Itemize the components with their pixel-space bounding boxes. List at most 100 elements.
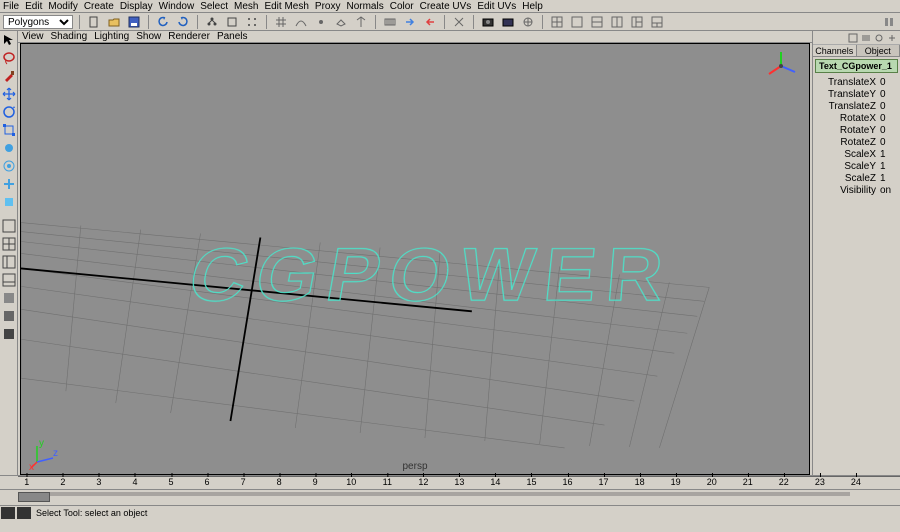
view-menu-lighting[interactable]: Lighting <box>94 31 129 42</box>
file-open-icon[interactable] <box>106 14 122 30</box>
snap-grid-icon[interactable] <box>273 14 289 30</box>
custom-layout1-icon[interactable] <box>1 290 17 306</box>
layout-3b-icon[interactable] <box>649 14 665 30</box>
menu-window[interactable]: Window <box>159 1 195 12</box>
outliner-layout-icon[interactable] <box>1 254 17 270</box>
channel-show-icon[interactable] <box>847 32 859 44</box>
attr-row[interactable]: TranslateX0 <box>815 77 898 88</box>
attr-row[interactable]: RotateX0 <box>815 113 898 124</box>
snap-plane-icon[interactable] <box>333 14 349 30</box>
attr-value[interactable]: 1 <box>878 161 898 172</box>
lasso-tool-icon[interactable] <box>1 50 17 66</box>
four-view-layout-icon[interactable] <box>1 236 17 252</box>
snap-curve-icon[interactable] <box>293 14 309 30</box>
attr-row[interactable]: ScaleZ1 <box>815 173 898 184</box>
view-menu-shading[interactable]: Shading <box>51 31 88 42</box>
custom-layout2-icon[interactable] <box>1 308 17 324</box>
hypershade-layout-icon[interactable] <box>1 272 17 288</box>
attr-row[interactable]: ScaleX1 <box>815 149 898 160</box>
menu-edit-mesh[interactable]: Edit Mesh <box>264 1 308 12</box>
construction-icon[interactable] <box>451 14 467 30</box>
view-menu-renderer[interactable]: Renderer <box>168 31 210 42</box>
inputs-icon[interactable] <box>402 14 418 30</box>
layer-show-icon[interactable] <box>860 32 872 44</box>
outputs-icon[interactable] <box>422 14 438 30</box>
layout-2h-icon[interactable] <box>589 14 605 30</box>
attr-value[interactable]: 0 <box>878 125 898 136</box>
sel-object-icon[interactable] <box>224 14 240 30</box>
menu-file[interactable]: File <box>3 1 19 12</box>
channels-tab[interactable]: Channels <box>813 45 857 56</box>
view-menu-view[interactable]: View <box>22 31 44 42</box>
script-output-icon[interactable] <box>17 507 31 519</box>
command-line-icon[interactable] <box>1 507 15 519</box>
menu-edit[interactable]: Edit <box>25 1 42 12</box>
undo-icon[interactable] <box>155 14 171 30</box>
menu-color[interactable]: Color <box>390 1 414 12</box>
attr-editor-icon[interactable] <box>873 32 885 44</box>
menu-edit-uvs[interactable]: Edit UVs <box>477 1 516 12</box>
rotate-tool-icon[interactable] <box>1 104 17 120</box>
menu-create-uvs[interactable]: Create UVs <box>420 1 472 12</box>
perspective-viewport[interactable]: CGPOWER y z x persp <box>20 43 810 475</box>
tool-settings-icon[interactable] <box>886 32 898 44</box>
attr-value[interactable]: 0 <box>878 77 898 88</box>
menu-proxy[interactable]: Proxy <box>315 1 341 12</box>
redo-icon[interactable] <box>175 14 191 30</box>
soft-mod-tool-icon[interactable] <box>1 158 17 174</box>
attr-value[interactable]: 0 <box>878 137 898 148</box>
range-slider[interactable] <box>0 489 900 505</box>
select-tool-icon[interactable] <box>1 32 17 48</box>
last-tool-icon[interactable] <box>1 194 17 210</box>
ui-element-icon[interactable] <box>881 14 897 30</box>
time-slider[interactable]: 123456789101112131415161718192021222324 <box>0 475 900 489</box>
file-new-icon[interactable] <box>86 14 102 30</box>
attr-value[interactable]: on <box>878 185 898 196</box>
attr-row[interactable]: RotateZ0 <box>815 137 898 148</box>
layout-2v-icon[interactable] <box>609 14 625 30</box>
render-icon[interactable] <box>480 14 496 30</box>
range-knob[interactable] <box>18 492 50 502</box>
menu-normals[interactable]: Normals <box>346 1 383 12</box>
menu-set-dropdown[interactable]: Polygons <box>3 15 73 29</box>
attr-value[interactable]: 0 <box>878 89 898 100</box>
history-icon[interactable] <box>382 14 398 30</box>
render-globals-icon[interactable] <box>520 14 536 30</box>
attr-value[interactable]: 1 <box>878 149 898 160</box>
attr-row[interactable]: RotateY0 <box>815 125 898 136</box>
menu-mesh[interactable]: Mesh <box>234 1 258 12</box>
custom-layout3-icon[interactable] <box>1 326 17 342</box>
attr-value[interactable]: 0 <box>878 101 898 112</box>
snap-live-icon[interactable] <box>353 14 369 30</box>
single-persp-layout-icon[interactable] <box>1 218 17 234</box>
menu-display[interactable]: Display <box>120 1 153 12</box>
attr-row[interactable]: Visibilityon <box>815 185 898 196</box>
sel-component-icon[interactable] <box>244 14 260 30</box>
menu-help[interactable]: Help <box>522 1 543 12</box>
manip-tool-icon[interactable] <box>1 140 17 156</box>
move-tool-icon[interactable] <box>1 86 17 102</box>
layout-3l-icon[interactable] <box>629 14 645 30</box>
file-save-icon[interactable] <box>126 14 142 30</box>
object-tab[interactable]: Object <box>857 45 900 56</box>
paint-select-tool-icon[interactable] <box>1 68 17 84</box>
view-cube-icon[interactable] <box>763 48 799 84</box>
attr-value[interactable]: 0 <box>878 113 898 124</box>
attr-row[interactable]: ScaleY1 <box>815 161 898 172</box>
show-manip-tool-icon[interactable] <box>1 176 17 192</box>
layout-single-icon[interactable] <box>569 14 585 30</box>
ipr-icon[interactable] <box>500 14 516 30</box>
attr-value[interactable]: 1 <box>878 173 898 184</box>
selected-node-name[interactable]: Text_CGpower_1 <box>815 59 898 73</box>
layout-4view-icon[interactable] <box>549 14 565 30</box>
view-menu-panels[interactable]: Panels <box>217 31 248 42</box>
view-menu-show[interactable]: Show <box>136 31 161 42</box>
sel-hierarchy-icon[interactable] <box>204 14 220 30</box>
snap-point-icon[interactable] <box>313 14 329 30</box>
menu-modify[interactable]: Modify <box>48 1 77 12</box>
menu-select[interactable]: Select <box>200 1 228 12</box>
attr-row[interactable]: TranslateY0 <box>815 89 898 100</box>
attr-row[interactable]: TranslateZ0 <box>815 101 898 112</box>
menu-create[interactable]: Create <box>84 1 114 12</box>
scale-tool-icon[interactable] <box>1 122 17 138</box>
